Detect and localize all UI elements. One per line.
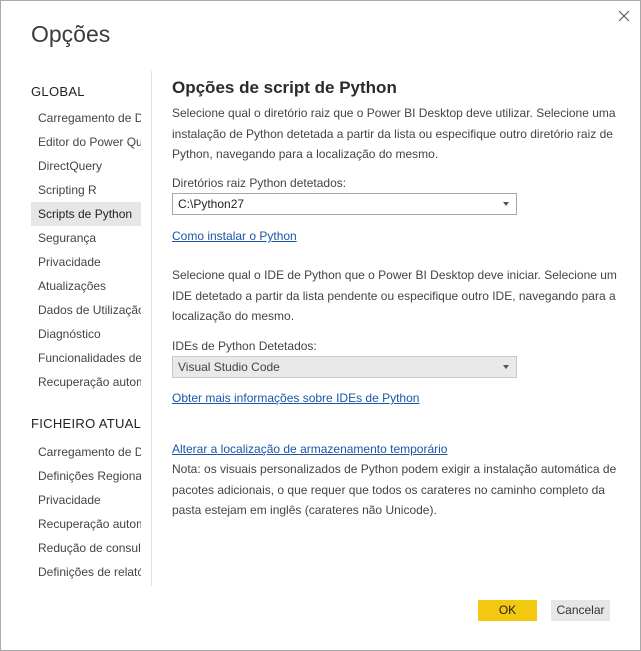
- sidebar-item-diagnostics[interactable]: Diagnóstico: [31, 322, 141, 346]
- sidebar-item-privacy[interactable]: Privacidade: [31, 250, 141, 274]
- sidebar-item-python-scripting[interactable]: Scripts de Python: [31, 202, 141, 226]
- python-ide-dropdown[interactable]: Visual Studio Code: [172, 356, 517, 378]
- sidebar-item-report-settings[interactable]: Definições de relatório: [31, 560, 141, 584]
- home-directory-description: Selecione qual o diretório raiz que o Po…: [172, 106, 616, 161]
- cancel-button[interactable]: Cancelar: [551, 600, 610, 621]
- dialog-title: Opções: [31, 21, 111, 47]
- sidebar-item-auto-recovery[interactable]: Recuperação automática: [31, 370, 141, 394]
- python-ide-info-link[interactable]: Obter mais informações sobre IDEs de Pyt…: [172, 391, 419, 405]
- unicode-note: Nota: os visuais personalizados de Pytho…: [172, 462, 617, 517]
- sidebar-item-preview-features[interactable]: Funcionalidades de pré-visualização: [31, 346, 141, 370]
- chevron-down-icon: [503, 365, 509, 369]
- close-button[interactable]: [613, 5, 635, 27]
- sidebar-item-r-scripting[interactable]: Scripting R: [31, 178, 141, 202]
- ide-label: IDEs de Python Detetados:: [172, 339, 317, 353]
- section-header-current-file: FICHEIRO ATUAL: [31, 416, 142, 431]
- sidebar-item-file-data-load[interactable]: Carregamento de Dados: [31, 440, 141, 464]
- sidebar-item-file-auto-recovery[interactable]: Recuperação automática: [31, 512, 141, 536]
- options-dialog: Opções GLOBAL Carregamento de Dados Edit…: [0, 0, 641, 651]
- chevron-down-icon: [503, 202, 509, 206]
- page-title: Opções de script de Python: [172, 78, 397, 97]
- sidebar-item-directquery[interactable]: DirectQuery: [31, 154, 141, 178]
- home-directory-label: Diretórios raiz Python detetados:: [172, 176, 347, 190]
- sidebar-item-query-reduction[interactable]: Redução de consultas: [31, 536, 141, 560]
- change-temp-storage-link[interactable]: Alterar a localização de armazenamento t…: [172, 442, 447, 456]
- sidebar-item-file-privacy[interactable]: Privacidade: [31, 488, 141, 512]
- global-nav-list: Carregamento de Dados Editor do Power Qu…: [31, 106, 141, 394]
- sidebar-item-updates[interactable]: Atualizações: [31, 274, 141, 298]
- ide-description: Selecione qual o IDE de Python que o Pow…: [172, 268, 617, 323]
- close-icon: [618, 10, 630, 22]
- sidebar-item-power-query-editor[interactable]: Editor do Power Query: [31, 130, 141, 154]
- current-file-nav-list: Carregamento de Dados Definições Regiona…: [31, 440, 141, 584]
- sidebar-item-security[interactable]: Segurança: [31, 226, 141, 250]
- python-settings-panel: Opções de script de Python Selecione qua…: [172, 77, 624, 517]
- section-header-global: GLOBAL: [31, 84, 85, 99]
- python-ide-value: Visual Studio Code: [178, 360, 280, 374]
- python-home-directory-dropdown[interactable]: C:\Python27: [172, 193, 517, 215]
- sidebar-item-data-load[interactable]: Carregamento de Dados: [31, 106, 141, 130]
- sidebar-item-regional-settings[interactable]: Definições Regionais: [31, 464, 141, 488]
- sidebar-item-usage-data[interactable]: Dados de Utilização: [31, 298, 141, 322]
- install-python-link[interactable]: Como instalar o Python: [172, 229, 297, 243]
- ok-button[interactable]: OK: [478, 600, 537, 621]
- sidebar: GLOBAL Carregamento de Dados Editor do P…: [1, 71, 152, 586]
- python-home-directory-value: C:\Python27: [178, 197, 245, 211]
